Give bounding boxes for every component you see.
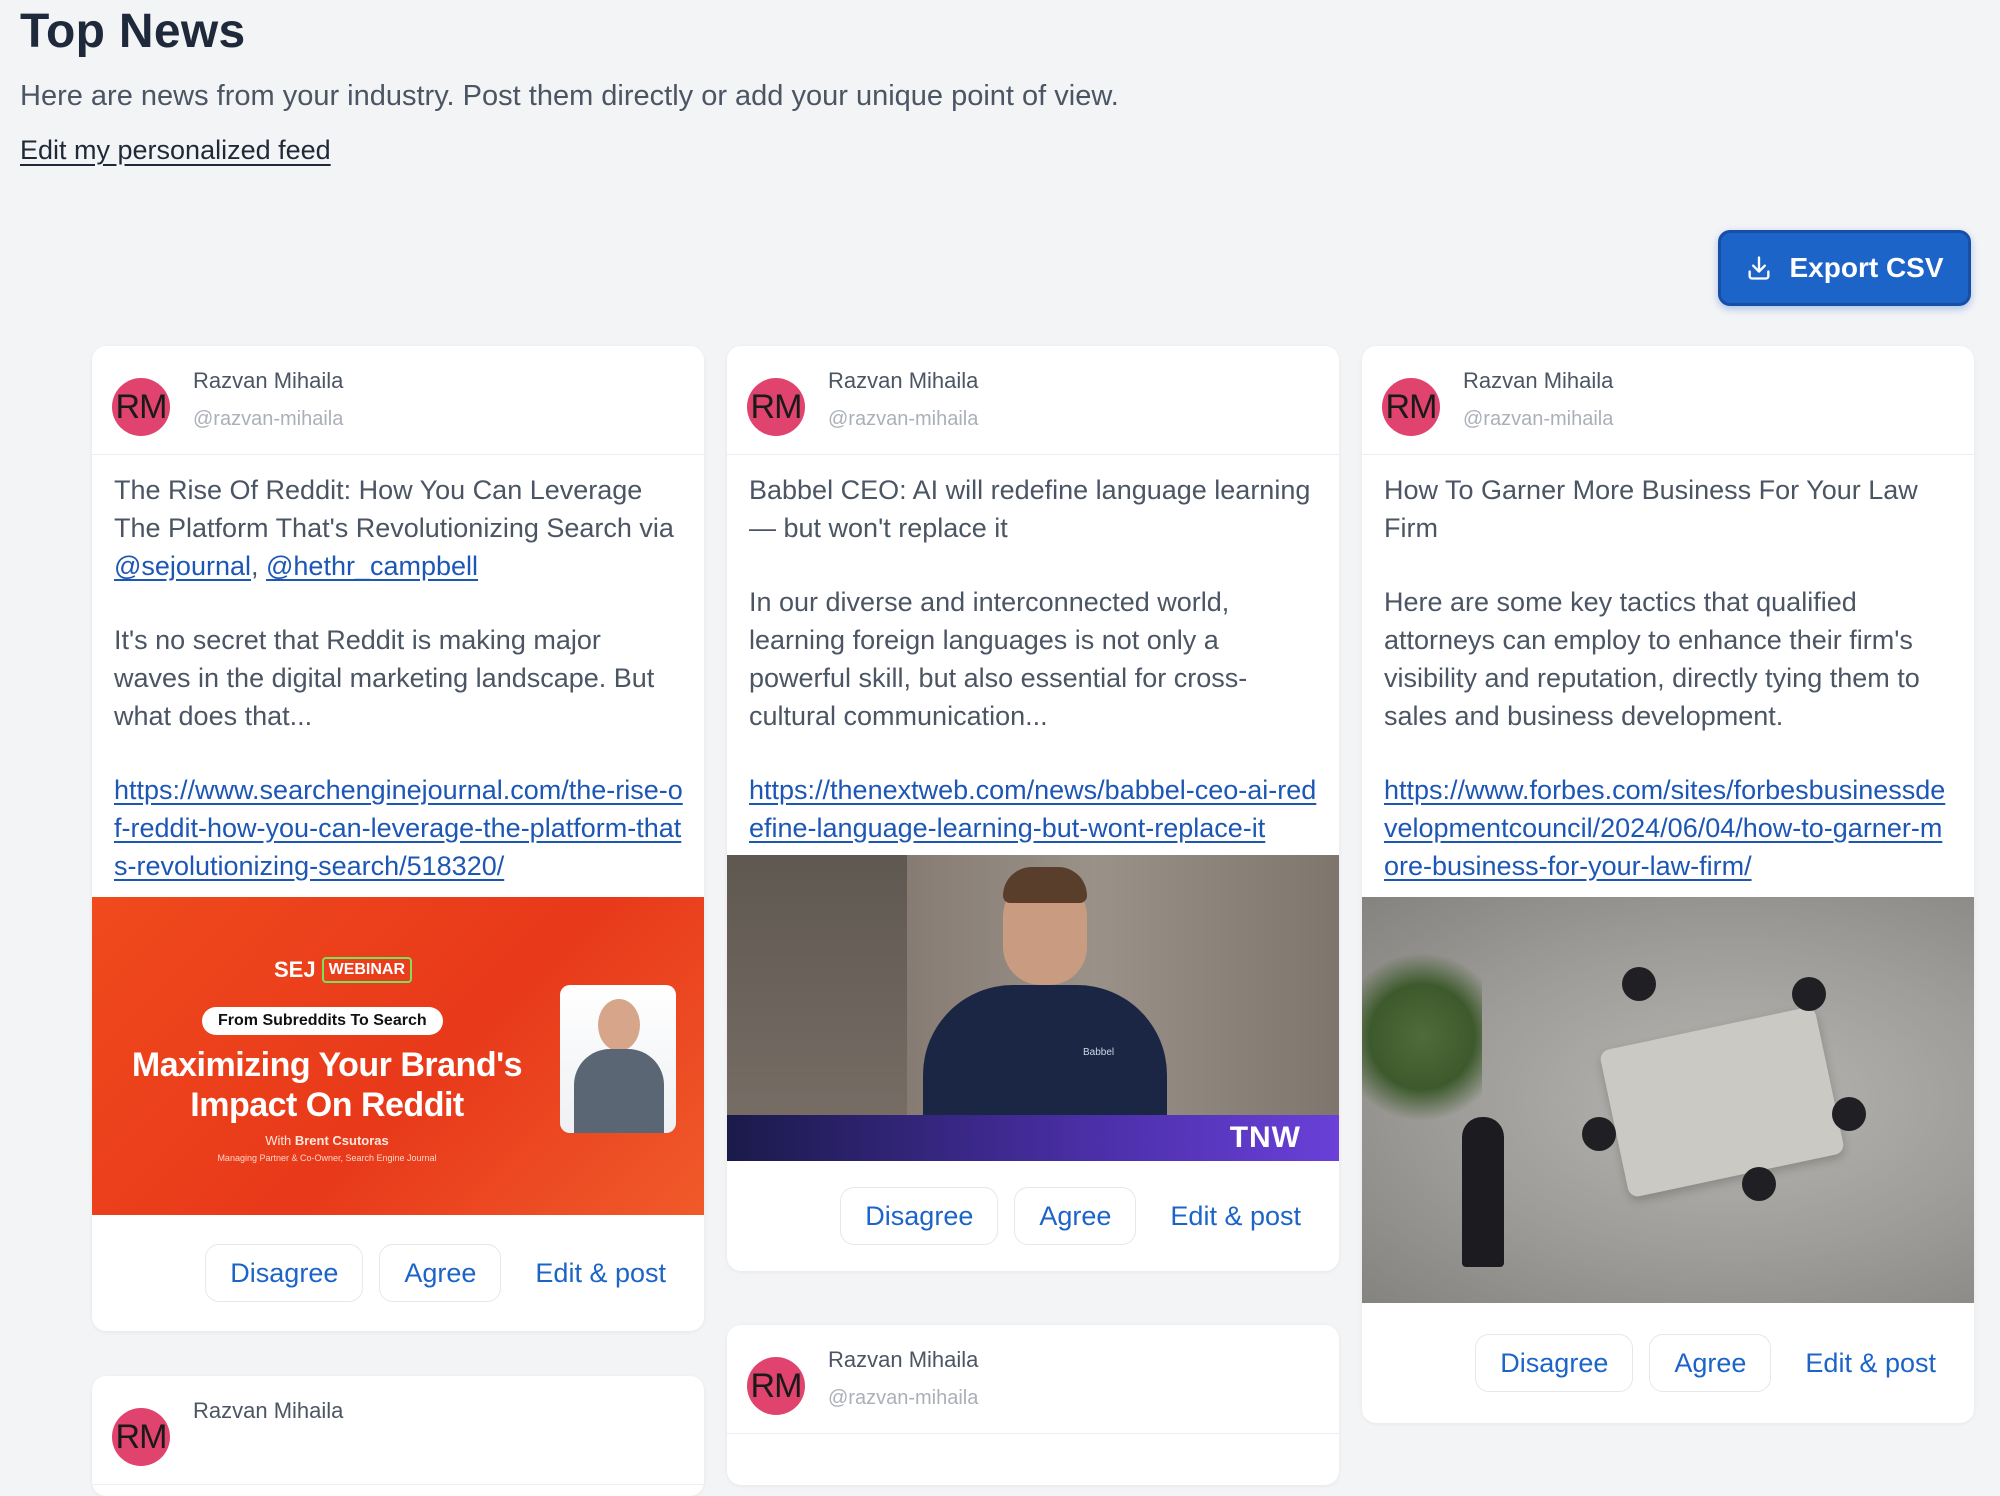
article-image: SEJ WEBINAR From Subreddits To Search Ma…: [92, 897, 704, 1215]
avatar: RM: [112, 378, 170, 436]
card-header: RM Razvan Mihaila @razvan-mihaila: [92, 346, 704, 455]
edit-post-button[interactable]: Edit & post: [1170, 1201, 1301, 1232]
avatar: RM: [1382, 378, 1440, 436]
card-summary: In our diverse and interconnected world,…: [749, 587, 1248, 731]
plant: [1362, 937, 1482, 1137]
agree-button[interactable]: Agree: [1014, 1187, 1137, 1245]
card-header: RM Razvan Mihaila @razvan-mihaila: [727, 346, 1339, 455]
edit-feed-link[interactable]: Edit my personalized feed: [20, 135, 331, 166]
agree-button[interactable]: Agree: [1649, 1334, 1772, 1392]
download-icon: [1745, 254, 1773, 282]
news-card-babbel: RM Razvan Mihaila @razvan-mihaila Babbel…: [727, 346, 1339, 1271]
author-handle: @razvan-mihaila: [828, 1387, 979, 1409]
article-image: [1362, 897, 1974, 1303]
card-body: The Rise Of Reddit: How You Can Leverage…: [92, 455, 704, 885]
author-handle: @razvan-mihaila: [193, 408, 344, 430]
author-name: Razvan Mihaila: [828, 368, 979, 393]
webinar-presenter-role: Managing Partner & Co-Owner, Search Engi…: [217, 1153, 437, 1163]
edit-post-button[interactable]: Edit & post: [1805, 1348, 1936, 1379]
news-card-5: RM Razvan Mihaila @razvan-mihaila: [727, 1325, 1339, 1485]
author-handle: @razvan-mihaila: [828, 408, 979, 430]
author-name: Razvan Mihaila: [193, 1398, 344, 1423]
avatar: RM: [112, 1408, 170, 1466]
card-summary: It's no secret that Reddit is making maj…: [114, 625, 655, 731]
author-handle: @razvan-mihaila: [1463, 408, 1614, 430]
webinar-presenter: With Brent Csutoras: [265, 1133, 389, 1148]
article-link[interactable]: https://thenextweb.com/news/babbel-ceo-a…: [749, 775, 1316, 843]
author-name: Razvan Mihaila: [1463, 368, 1614, 393]
sej-logo: SEJ WEBINAR: [274, 957, 413, 983]
card-header: RM Razvan Mihaila: [92, 1376, 704, 1485]
page-title: Top News: [20, 5, 246, 58]
presenter-photo: [560, 985, 676, 1133]
news-card-reddit: RM Razvan Mihaila @razvan-mihaila The Ri…: [92, 346, 704, 1331]
mention-link[interactable]: @hethr_campbell: [266, 551, 478, 581]
article-link[interactable]: https://www.searchenginejournal.com/the-…: [114, 775, 683, 881]
webinar-badge: WEBINAR: [321, 957, 413, 983]
article-link[interactable]: https://www.forbes.com/sites/forbesbusin…: [1384, 775, 1945, 881]
walking-person: [1462, 1117, 1504, 1267]
tnw-logo: TNW: [1229, 1121, 1301, 1154]
disagree-button[interactable]: Disagree: [840, 1187, 999, 1245]
avatar: RM: [747, 1357, 805, 1415]
agree-button[interactable]: Agree: [379, 1244, 502, 1302]
card-headline: The Rise Of Reddit: How You Can Leverage…: [114, 475, 674, 581]
disagree-button[interactable]: Disagree: [205, 1244, 364, 1302]
card-body: How To Garner More Business For Your Law…: [1362, 455, 1974, 885]
card-actions: Disagree Agree Edit & post: [92, 1215, 704, 1331]
card-headline: Babbel CEO: AI will redefine language le…: [749, 475, 1311, 543]
article-image: Babbel TNW: [727, 855, 1339, 1161]
card-actions: Disagree Agree Edit & post: [727, 1161, 1339, 1271]
author-name: Razvan Mihaila: [828, 1347, 979, 1372]
card-headline: How To Garner More Business For Your Law…: [1384, 475, 1918, 543]
webinar-title: Maximizing Your Brand's Impact On Reddit: [131, 1046, 523, 1124]
meeting-table: [1598, 1005, 1846, 1199]
card-actions: Disagree Agree Edit & post: [1362, 1303, 1974, 1423]
disagree-button[interactable]: Disagree: [1475, 1334, 1634, 1392]
page-subtitle: Here are news from your industry. Post t…: [20, 80, 1119, 112]
avatar: RM: [747, 378, 805, 436]
export-csv-button[interactable]: Export CSV: [1718, 230, 1971, 306]
news-card-4: RM Razvan Mihaila: [92, 1376, 704, 1496]
export-csv-label: Export CSV: [1789, 252, 1944, 283]
card-header: RM Razvan Mihaila @razvan-mihaila: [1362, 346, 1974, 455]
news-card-forbes: RM Razvan Mihaila @razvan-mihaila How To…: [1362, 346, 1974, 1423]
edit-post-button[interactable]: Edit & post: [535, 1258, 666, 1289]
webinar-tag: From Subreddits To Search: [202, 1007, 443, 1035]
card-body: Babbel CEO: AI will redefine language le…: [727, 455, 1339, 847]
mention-link[interactable]: @sejournal: [114, 551, 251, 581]
person-hair: [1003, 867, 1087, 903]
author-name: Razvan Mihaila: [193, 368, 344, 393]
card-header: RM Razvan Mihaila @razvan-mihaila: [727, 1325, 1339, 1434]
card-summary: Here are some key tactics that qualified…: [1384, 587, 1920, 731]
